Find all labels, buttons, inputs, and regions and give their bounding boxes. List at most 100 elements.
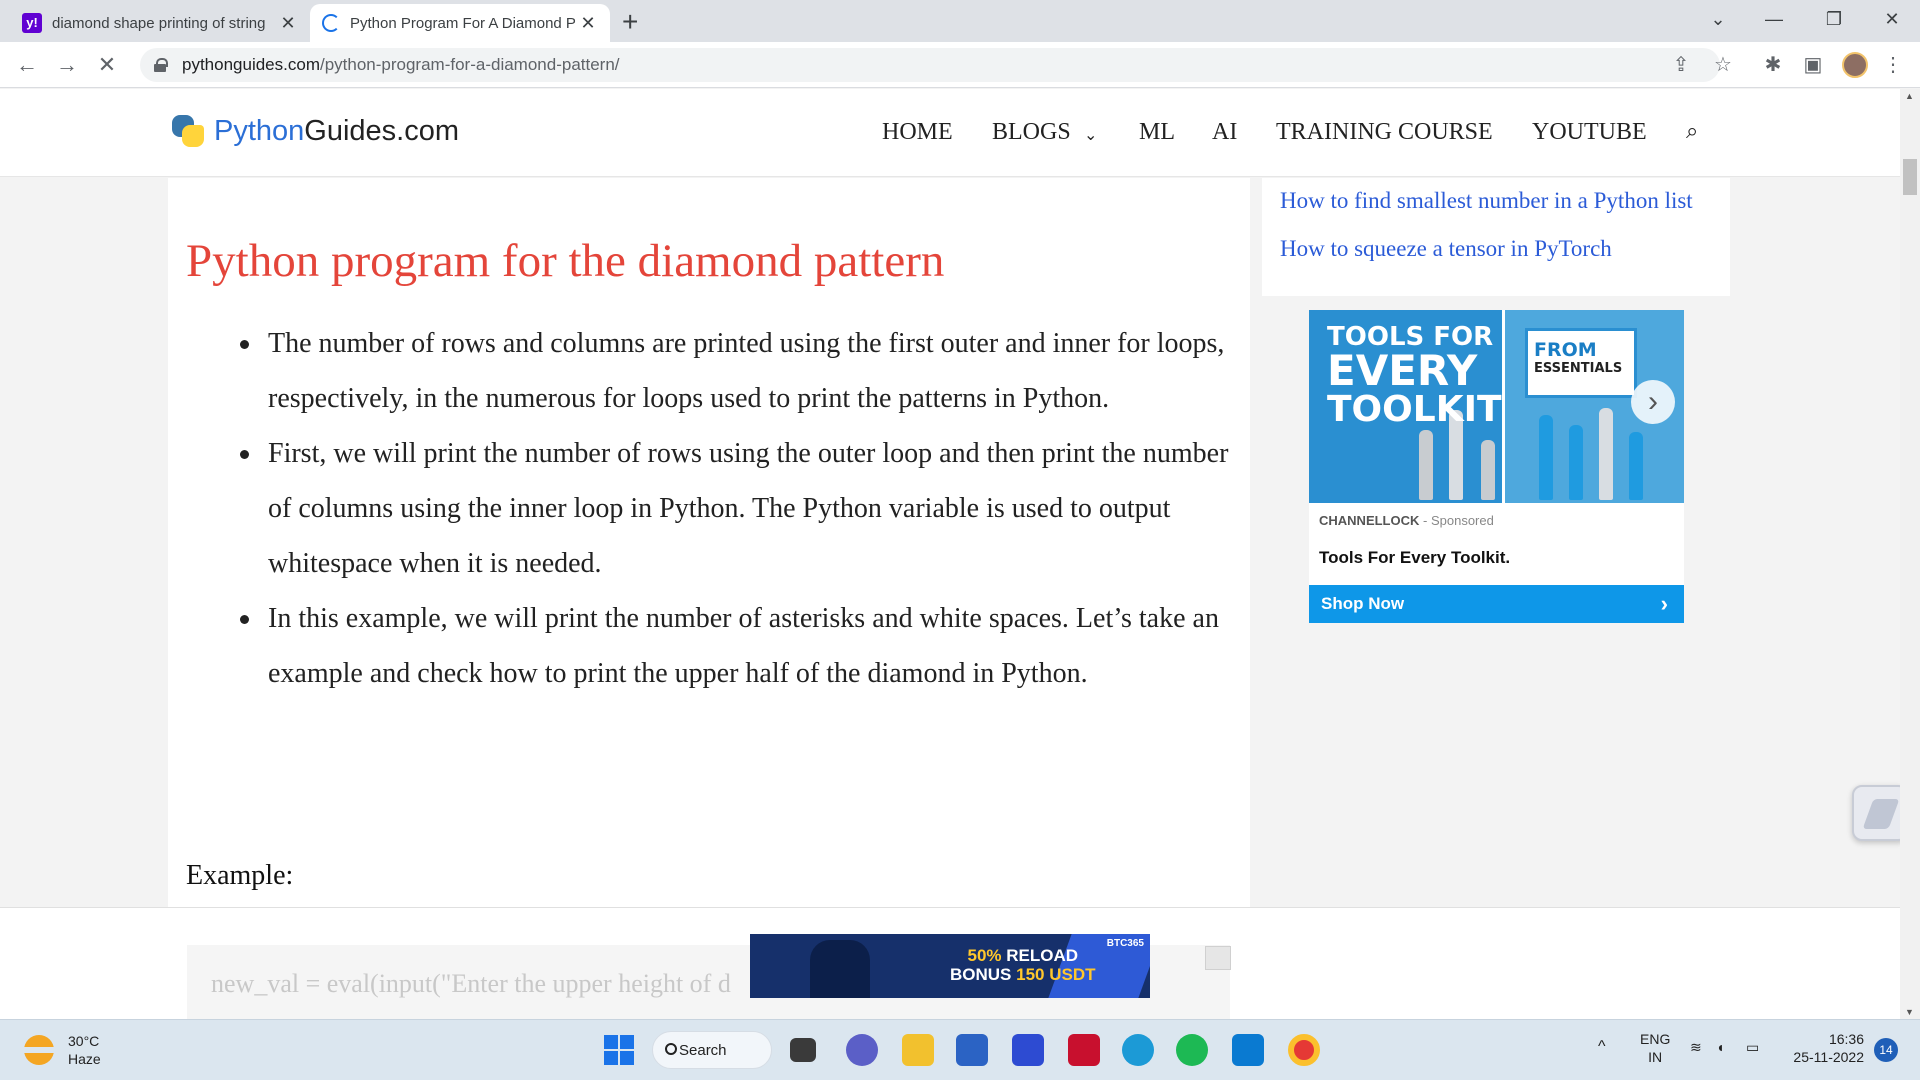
list-item: First, we will print the number of rows … <box>240 426 1240 591</box>
share-icon[interactable]: ⇪ <box>1668 52 1694 78</box>
players-illustration <box>810 940 870 998</box>
profile-avatar[interactable] <box>1842 52 1868 78</box>
taskbar-search[interactable]: Search <box>652 1031 772 1069</box>
url-path: /python-program-for-a-diamond-pattern/ <box>319 55 620 74</box>
vscode-icon[interactable] <box>1232 1034 1264 1066</box>
extensions-icon[interactable]: ✱ <box>1760 52 1786 78</box>
ad-tag-line: ESSENTIALS <box>1534 361 1623 376</box>
ad-headline-line: EVERY <box>1327 346 1478 395</box>
banner-text: 50% RELOAD BONUS 150 USDT <box>950 946 1096 984</box>
forward-icon[interactable]: → <box>52 50 82 80</box>
microsoft-store-icon[interactable] <box>956 1034 988 1066</box>
close-tab-icon[interactable]: ✕ <box>278 13 298 34</box>
ad-sponsored-label: - Sponsored <box>1423 513 1494 528</box>
teams-chat-icon[interactable] <box>846 1034 878 1066</box>
show-hidden-icons-icon[interactable]: ^ <box>1598 1038 1606 1056</box>
scroll-down-icon[interactable]: ▼ <box>1905 1007 1914 1017</box>
time: 16:36 <box>1828 1031 1864 1047</box>
notification-badge[interactable]: 14 <box>1874 1038 1898 1062</box>
edge-icon[interactable] <box>1122 1034 1154 1066</box>
restore-icon[interactable]: ❐ <box>1806 0 1862 38</box>
browser-toolbar: ← → ✕ pythonguides.com/python-program-fo… <box>0 42 1920 88</box>
tab-title: Python Program For A Diamond P <box>350 14 576 32</box>
nav-home[interactable]: HOME <box>882 119 953 146</box>
language-code: ENG <box>1640 1031 1671 1047</box>
stop-loading-icon[interactable]: ✕ <box>92 50 122 80</box>
search-icon[interactable]: ⌕ <box>1686 119 1698 144</box>
address-bar[interactable]: pythonguides.com/python-program-for-a-di… <box>140 48 1720 82</box>
ad-tag-line: FROM <box>1534 339 1597 361</box>
sponsored-ad[interactable]: TOOLS FOR EVERY TOOLKIT FROM ESSENTIALS … <box>1309 310 1684 623</box>
banner-brand: BTC365 <box>1106 938 1144 949</box>
clock[interactable]: 16:36 25-11-2022 <box>1784 1030 1864 1066</box>
ad-brand-name: CHANNELLOCK <box>1319 513 1420 528</box>
ad-title[interactable]: Tools For Every Toolkit. <box>1319 548 1510 568</box>
nav-training-course[interactable]: TRAINING COURSE <box>1276 119 1493 146</box>
chrome-icon[interactable] <box>1288 1034 1320 1066</box>
close-ad-icon[interactable] <box>1205 946 1231 970</box>
nav-blogs[interactable]: BLOGS <box>992 119 1071 146</box>
ad-headline: TOOLS FOR EVERY TOOLKIT <box>1327 324 1502 428</box>
language-indicator[interactable]: ENG IN <box>1640 1030 1670 1066</box>
menu-dots-icon[interactable]: ⋮ <box>1880 52 1906 78</box>
tab-pythonguides[interactable]: Python Program For A Diamond P ✕ <box>310 4 610 42</box>
spotify-icon[interactable] <box>1176 1034 1208 1066</box>
page-scrollbar[interactable]: ▲ ▼ <box>1900 89 1920 1019</box>
shop-now-label: Shop Now <box>1321 594 1405 613</box>
tab-search-chevron-icon[interactable]: ⌄ <box>1690 0 1746 38</box>
scrollbar-thumb[interactable] <box>1903 159 1917 195</box>
lock-icon[interactable] <box>154 58 168 72</box>
search-icon <box>665 1043 677 1055</box>
close-tab-icon[interactable]: ✕ <box>578 13 598 34</box>
list-item: In this example, we will print the numbe… <box>240 591 1240 701</box>
article-heading: Python program for the diamond pattern <box>186 235 945 287</box>
banner-percent: 50% <box>967 946 1002 965</box>
python-logo-icon <box>170 113 206 149</box>
site-logo[interactable]: Python Guides.com <box>170 113 459 149</box>
temperature: 30°C <box>68 1033 100 1049</box>
logo-text-guides: Guides.com <box>304 114 460 147</box>
task-view-icon[interactable] <box>790 1038 816 1062</box>
url-host: pythonguides.com <box>182 55 320 74</box>
back-icon[interactable]: ← <box>12 50 42 80</box>
file-explorer-icon[interactable] <box>902 1034 934 1066</box>
sticky-bottom-ad: new_val = eval(input("Enter the upper he… <box>0 907 1900 1020</box>
nav-ai[interactable]: AI <box>1212 119 1237 146</box>
battery-icon[interactable]: ▭ <box>1746 1038 1759 1056</box>
side-panel-icon[interactable]: ▣ <box>1800 52 1826 78</box>
banner-ad[interactable]: 50% RELOAD BONUS 150 USDT BTC365 <box>750 934 1150 998</box>
banner-line: RELOAD <box>1006 946 1079 965</box>
minimize-icon[interactable]: — <box>1746 0 1802 38</box>
chevron-right-icon: › <box>1660 591 1668 616</box>
bookmark-star-icon[interactable]: ☆ <box>1710 52 1736 78</box>
new-tab-icon[interactable]: + <box>622 6 638 38</box>
wifi-icon[interactable]: ≋ <box>1690 1038 1702 1056</box>
search-label: Search <box>679 1041 727 1059</box>
chevron-right-icon[interactable]: › <box>1631 380 1675 424</box>
mcafee-icon[interactable] <box>1068 1034 1100 1066</box>
weather-widget[interactable]: 30°C Haze <box>24 1032 101 1068</box>
sidebar-link[interactable]: How to squeeze a tensor in PyTorch <box>1280 236 1612 262</box>
banner-amount: 150 USDT <box>1016 965 1096 984</box>
sidebar-link[interactable]: How to find smallest number in a Python … <box>1280 188 1693 214</box>
windows-start-icon[interactable] <box>604 1035 634 1065</box>
nav-youtube[interactable]: YOUTUBE <box>1532 119 1647 146</box>
close-window-icon[interactable]: ✕ <box>1864 0 1920 38</box>
ad-image[interactable]: TOOLS FOR EVERY TOOLKIT FROM ESSENTIALS … <box>1309 310 1684 503</box>
article-bullet-list: The number of rows and columns are print… <box>240 316 1240 701</box>
ad-tag: FROM ESSENTIALS <box>1525 328 1637 398</box>
nav-ml[interactable]: ML <box>1139 119 1175 146</box>
shop-now-button[interactable]: Shop Now › <box>1309 585 1684 623</box>
pen-icon <box>1862 799 1900 829</box>
volume-icon[interactable]: ◖ <box>1716 1038 1724 1056</box>
list-item: The number of rows and columns are print… <box>240 316 1240 426</box>
scroll-up-icon[interactable]: ▲ <box>1905 91 1914 101</box>
chevron-down-icon[interactable]: ⌄ <box>1084 125 1097 145</box>
loading-spinner-icon <box>322 14 340 32</box>
logo-text-python: Python <box>214 114 305 147</box>
tab-yahoo-search[interactable]: y! diamond shape printing of string ✕ <box>10 4 310 42</box>
code-line: new_val = eval(input("Enter the upper he… <box>211 969 731 998</box>
notes-app-icon[interactable] <box>1012 1034 1044 1066</box>
article-content: Python program for the diamond pattern T… <box>168 178 1250 908</box>
yahoo-icon: y! <box>22 13 42 33</box>
